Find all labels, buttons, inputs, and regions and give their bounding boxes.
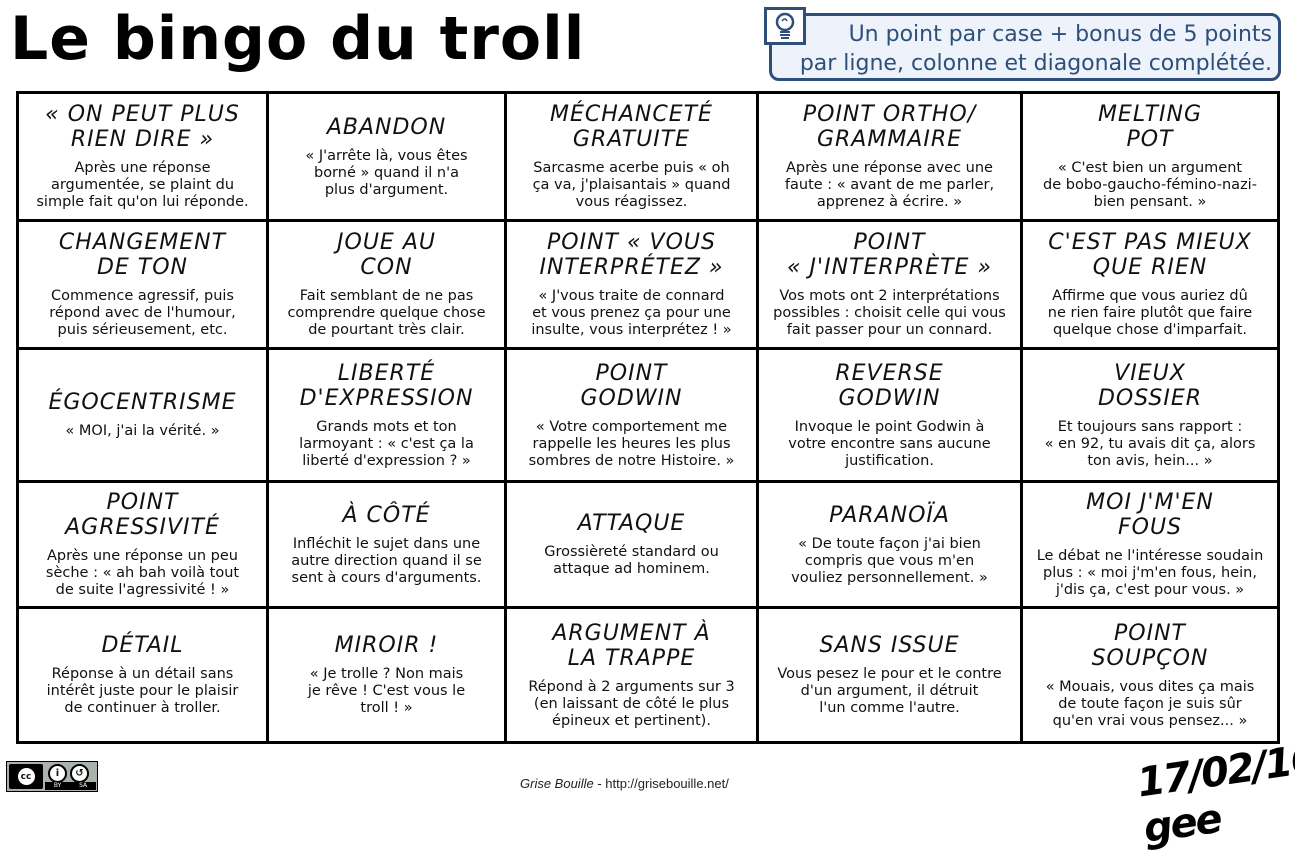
scoring-note: Un point par case + bonus de 5 points pa… xyxy=(764,7,1281,81)
bingo-cell-title: POINT « J'INTERPRÈTE » xyxy=(786,230,993,280)
scoring-note-text: Un point par case + bonus de 5 points pa… xyxy=(799,22,1272,76)
bingo-cell-description: « J'vous traite de connard et vous prene… xyxy=(531,288,732,338)
bingo-cell[interactable]: ÉGOCENTRISME « MOI, j'ai la vérité. » xyxy=(19,350,269,483)
bingo-cell[interactable]: DÉTAIL Réponse à un détail sans intérêt j… xyxy=(19,609,269,741)
bingo-cell-description: Réponse à un détail sans intérêt juste p… xyxy=(46,666,239,716)
bingo-cell-description: Après une réponse argumentée, se plaint … xyxy=(36,160,249,210)
bingo-cell-title: ÉGOCENTRISME xyxy=(48,390,237,415)
footer-separator: - xyxy=(593,776,606,791)
bingo-cell-description: Après une réponse avec une faute : « ava… xyxy=(784,160,995,210)
bingo-cell-description: Affirme que vous auriez dû ne rien faire… xyxy=(1047,288,1253,338)
bingo-cell-description: Fait semblant de ne pas comprendre quelq… xyxy=(287,288,486,338)
bingo-cell[interactable]: ABANDON « J'arrête là, vous êtes borné » … xyxy=(269,94,507,222)
bingo-cell-title: POINT AGRESSIVITÉ xyxy=(65,490,220,540)
bingo-cell-description: Le débat ne l'intéresse soudain plus : «… xyxy=(1036,548,1264,598)
bingo-cell-title: MELTING POT xyxy=(1097,102,1203,152)
bingo-cell[interactable]: POINT GODWIN « Votre comportement me rapp… xyxy=(507,350,759,483)
bingo-cell-description: « Je trolle ? Non mais je rêve ! C'est v… xyxy=(307,666,466,716)
bingo-cell[interactable]: JOUE AU CON Fait semblant de ne pas compr… xyxy=(269,222,507,350)
bingo-cell-title: POINT ORTHO/ GRAMMAIRE xyxy=(802,102,977,152)
bingo-cell[interactable]: POINT « J'INTERPRÈTE » Vos mots ont 2 int… xyxy=(759,222,1023,350)
bingo-cell-description: « Votre comportement me rappelle les heu… xyxy=(528,418,735,469)
bingo-cell-description: « C'est bien un argument de bobo-gaucho-… xyxy=(1043,160,1257,210)
attribution-icon: i xyxy=(48,764,67,783)
author-signature: 17/02/16 gee xyxy=(1134,735,1295,852)
bingo-cell-description: Commence agressif, puis répond avec de l… xyxy=(49,288,236,338)
bingo-cell[interactable]: MOI J'M'EN FOUS Le débat ne l'intéresse s… xyxy=(1023,483,1277,609)
bingo-cell-title: ARGUMENT À LA TRAPPE xyxy=(552,620,711,671)
bingo-cell-title: VIEUX DOSSIER xyxy=(1097,360,1203,411)
bingo-cell[interactable]: MÉCHANCETÉ GRATUITE Sarcasme acerbe puis … xyxy=(507,94,759,222)
site-name: Grise Bouille xyxy=(520,776,594,791)
site-url-link[interactable]: http://grisebouille.net/ xyxy=(605,776,729,791)
bingo-cell[interactable]: MIROIR ! « Je trolle ? Non mais je rêve !… xyxy=(269,609,507,741)
bingo-cell-description: « J'arrête là, vous êtes borné » quand i… xyxy=(305,147,468,198)
bingo-cell-description: « MOI, j'ai la vérité. » xyxy=(65,423,220,439)
bingo-cell-title: POINT GODWIN xyxy=(580,360,683,411)
bingo-cell-description: Grands mots et ton larmoyant : « c'est ç… xyxy=(299,418,474,469)
page-title: Le bingo du troll xyxy=(10,4,586,74)
bingo-cell-title: LIBERTÉ D'EXPRESSION xyxy=(299,360,474,411)
bingo-cell-title: MIROIR ! xyxy=(334,633,439,658)
bingo-cell[interactable]: ATTAQUE Grossièreté standard ou attaque a… xyxy=(507,483,759,609)
cc-by-sa-license-badge[interactable]: cc i ↺ BY SA xyxy=(6,761,98,792)
bingo-cell-title: REVERSE GODWIN xyxy=(835,360,944,411)
bingo-cell[interactable]: À CÔTÉ Infléchit le sujet dans une autre … xyxy=(269,483,507,609)
bingo-cell-description: « Mouais, vous dites ça mais de toute fa… xyxy=(1045,678,1255,729)
bingo-cell-title: DÉTAIL xyxy=(101,633,184,658)
cc-icon: cc xyxy=(9,764,43,789)
bingo-cell-title: SANS ISSUE xyxy=(819,633,960,658)
bingo-cell-description: Vous pesez le pour et le contre d'un arg… xyxy=(777,666,1002,716)
license-by-label: BY xyxy=(53,782,62,789)
bingo-cell[interactable]: LIBERTÉ D'EXPRESSION Grands mots et ton l… xyxy=(269,350,507,483)
bingo-cell-description: Après une réponse un peu sèche : « ah ba… xyxy=(45,548,240,598)
bingo-cell-title: ATTAQUE xyxy=(577,511,686,536)
bingo-cell-title: JOUE AU CON xyxy=(337,230,436,280)
bingo-cell[interactable]: PARANOÏA « De toute façon j'ai bien compr… xyxy=(759,483,1023,609)
license-sa-label: SA xyxy=(79,782,88,789)
footer-credit: Grise Bouille - http://grisebouille.net/ xyxy=(520,776,729,791)
bingo-cell[interactable]: REVERSE GODWIN Invoque le point Godwin à … xyxy=(759,350,1023,483)
bingo-cell[interactable]: VIEUX DOSSIER Et toujours sans rapport : … xyxy=(1023,350,1277,483)
bingo-cell[interactable]: « ON PEUT PLUS RIEN DIRE » Après une répo… xyxy=(19,94,269,222)
bingo-cell-title: POINT « VOUS INTERPRÉTEZ » xyxy=(539,230,724,280)
bingo-cell-title: PARANOÏA xyxy=(829,502,950,528)
share-alike-icon: ↺ xyxy=(70,764,89,783)
bingo-cell[interactable]: POINT ORTHO/ GRAMMAIRE Après une réponse … xyxy=(759,94,1023,222)
bingo-cell[interactable]: ARGUMENT À LA TRAPPE Répond à 2 arguments… xyxy=(507,609,759,741)
bingo-cell-description: Répond à 2 arguments sur 3 (en laissant … xyxy=(528,678,735,729)
bingo-cell-description: Sarcasme acerbe puis « oh ça va, j'plais… xyxy=(532,160,731,210)
bingo-cell-title: À CÔTÉ xyxy=(342,502,431,528)
bingo-cell-title: CHANGEMENT DE TON xyxy=(58,230,227,280)
bingo-cell-title: ABANDON xyxy=(326,114,447,140)
bingo-cell[interactable]: SANS ISSUE Vous pesez le pour et le contr… xyxy=(759,609,1023,741)
bingo-cell[interactable]: POINT AGRESSIVITÉ Après une réponse un pe… xyxy=(19,483,269,609)
bingo-cell[interactable]: MELTING POT « C'est bien un argument de b… xyxy=(1023,94,1277,222)
bingo-cell[interactable]: POINT SOUPÇON « Mouais, vous dites ça mai… xyxy=(1023,609,1277,741)
bingo-cell-description: Infléchit le sujet dans une autre direct… xyxy=(291,535,482,586)
bingo-grid: « ON PEUT PLUS RIEN DIRE » Après une répo… xyxy=(16,91,1280,744)
bingo-cell-description: Invoque le point Godwin à votre encontre… xyxy=(788,418,991,469)
bingo-cell-description: Grossièreté standard ou attaque ad homin… xyxy=(544,544,719,577)
bingo-cell[interactable]: POINT « VOUS INTERPRÉTEZ » « J'vous trait… xyxy=(507,222,759,350)
bingo-cell-title: « ON PEUT PLUS RIEN DIRE » xyxy=(45,102,240,152)
bingo-cell-title: POINT SOUPÇON xyxy=(1091,620,1209,671)
bingo-cell-description: Et toujours sans rapport : « en 92, tu a… xyxy=(1044,418,1256,469)
bingo-cell-title: MÉCHANCETÉ GRATUITE xyxy=(550,102,713,152)
bingo-cell[interactable]: C'EST PAS MIEUX QUE RIEN Affirme que vous… xyxy=(1023,222,1277,350)
bingo-cell-description: « De toute façon j'ai bien compris que v… xyxy=(791,535,988,586)
bingo-cell-description: Vos mots ont 2 interprétations possibles… xyxy=(773,288,1006,338)
bingo-cell[interactable]: CHANGEMENT DE TON Commence agressif, puis… xyxy=(19,222,269,350)
bingo-cell-title: MOI J'M'EN FOUS xyxy=(1086,490,1214,540)
bingo-cell-title: C'EST PAS MIEUX QUE RIEN xyxy=(1048,230,1252,280)
